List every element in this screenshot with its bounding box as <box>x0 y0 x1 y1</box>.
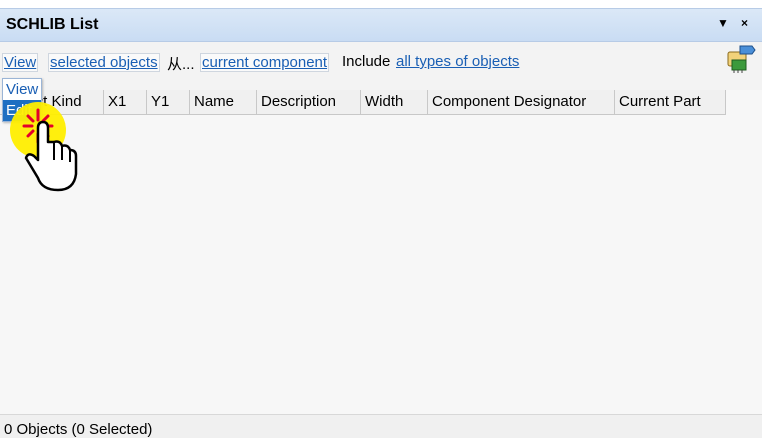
object-grid: Object Kind X1 Y1 Name Description Width… <box>0 90 762 414</box>
column-x1[interactable]: X1 <box>104 90 147 114</box>
mode-option-edit[interactable]: Edit <box>3 100 41 121</box>
mode-dropdown-menu: View Edit <box>2 78 42 122</box>
component-filter-icon[interactable] <box>724 44 756 74</box>
column-width[interactable]: Width <box>361 90 428 114</box>
column-header-row: Object Kind X1 Y1 Name Description Width… <box>0 90 726 115</box>
column-name[interactable]: Name <box>190 90 257 114</box>
filter-toolbar: View selected objects 从... current compo… <box>0 42 762 90</box>
scope-selector[interactable]: selected objects <box>48 53 160 72</box>
mode-selector[interactable]: View <box>2 53 39 72</box>
panel-title: SCHLIB List <box>6 16 99 33</box>
panel-header: SCHLIB List ▼ × <box>0 8 762 42</box>
include-label: Include <box>342 53 391 70</box>
source-selector[interactable]: current component <box>200 53 330 72</box>
column-component-designator[interactable]: Component Designator <box>428 90 615 114</box>
panel-menu-button[interactable]: ▼ <box>717 16 729 30</box>
column-current-part[interactable]: Current Part <box>615 90 726 114</box>
mode-option-view[interactable]: View <box>3 79 41 100</box>
status-text: 0 Objects (0 Selected) <box>4 421 153 438</box>
from-label: 从... <box>167 56 195 73</box>
column-description[interactable]: Description <box>257 90 361 114</box>
status-bar: 0 Objects (0 Selected) <box>0 414 762 438</box>
object-type-filter[interactable]: all types of objects <box>396 53 519 70</box>
column-y1[interactable]: Y1 <box>147 90 190 114</box>
panel-close-button[interactable]: × <box>741 16 748 30</box>
